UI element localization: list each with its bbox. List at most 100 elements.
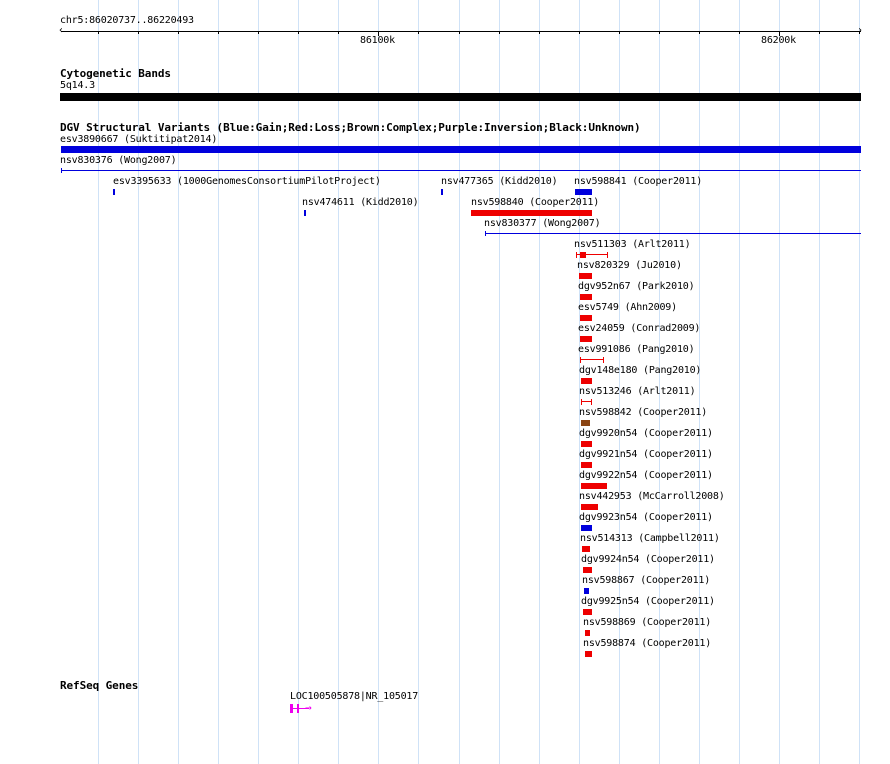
- ruler-minor-tick: [298, 31, 299, 34]
- sv-nsv598874-label: nsv598874 (Cooper2011): [583, 638, 712, 649]
- grid-line: [459, 0, 460, 764]
- sv-nsv442953-feature[interactable]: [581, 504, 598, 510]
- grid-line: [138, 0, 139, 764]
- sv-nsv598840-label: nsv598840 (Cooper2011): [471, 197, 600, 208]
- ruler-minor-tick: [338, 31, 339, 34]
- grid-line: [779, 0, 780, 764]
- sv-dgv9920n54-feature[interactable]: [581, 441, 592, 447]
- sv-nsv514313-feature[interactable]: [582, 546, 590, 552]
- ruler-minor-tick: [138, 31, 139, 34]
- sv-dgv9921n54-label: dgv9921n54 (Cooper2011): [579, 449, 713, 460]
- sv-nsv477365-label: nsv477365 (Kidd2010): [441, 176, 558, 187]
- ruler-minor-tick: [459, 31, 460, 34]
- sv-dgv9921n54-feature[interactable]: [581, 462, 592, 468]
- sv-nsv598840-feature[interactable]: [471, 210, 592, 216]
- grid-line: [338, 0, 339, 764]
- ruler-minor-tick: [739, 31, 740, 34]
- sv-nsv474611-label: nsv474611 (Kidd2010): [302, 197, 419, 208]
- sv-nsv442953-label: nsv442953 (McCarroll2008): [579, 491, 725, 502]
- grid-line: [258, 0, 259, 764]
- cytoband-name: 5q14.3: [60, 80, 95, 91]
- sv-dgv9922n54-feature[interactable]: [581, 483, 607, 489]
- ruler-minor-tick: [98, 31, 99, 34]
- sv-dgv148e180-feature[interactable]: [581, 378, 592, 384]
- sv-nsv514313-label: nsv514313 (Campbell2011): [580, 533, 720, 544]
- sv-nsv511303-end-cap: [607, 252, 608, 258]
- sv-nsv477365-feature[interactable]: [441, 189, 443, 195]
- sv-dgv9923n54-feature[interactable]: [581, 525, 592, 531]
- grid-line: [499, 0, 500, 764]
- sv-nsv511303-start-cap: [576, 252, 577, 258]
- sv-dgv952n67-feature[interactable]: [580, 294, 592, 300]
- sv-nsv513246-label: nsv513246 (Arlt2011): [579, 386, 696, 397]
- grid-line: [418, 0, 419, 764]
- sv-nsv598869-feature[interactable]: [585, 630, 590, 636]
- grid-line: [579, 0, 580, 764]
- sv-nsv598842-label: nsv598842 (Cooper2011): [579, 407, 708, 418]
- sv-nsv513246-start-cap: [581, 399, 582, 405]
- sv-nsv830377-start-cap: [485, 231, 486, 236]
- sv-nsv474611-feature[interactable]: [304, 210, 306, 216]
- ruler-minor-tick: [859, 31, 860, 34]
- ruler-minor-tick: [418, 31, 419, 34]
- sv-nsv598841-label: nsv598841 (Cooper2011): [574, 176, 703, 187]
- sv-dgv148e180-label: dgv148e180 (Pang2010): [579, 365, 702, 376]
- ruler-axis: [61, 31, 861, 32]
- sv-nsv830376-label: nsv830376 (Wong2007): [60, 155, 177, 166]
- sv-dgv9925n54-feature[interactable]: [583, 609, 592, 615]
- grid-line: [859, 0, 860, 764]
- cytoband-bar[interactable]: [60, 93, 861, 101]
- gene-exon-2[interactable]: [297, 704, 299, 713]
- ruler-left-arrow: ‹: [58, 25, 64, 36]
- ruler-minor-tick: [178, 31, 179, 34]
- grid-line: [819, 0, 820, 764]
- grid-line: [739, 0, 740, 764]
- sv-nsv820329-label: nsv820329 (Ju2010): [577, 260, 682, 271]
- sv-dgv952n67-label: dgv952n67 (Park2010): [578, 281, 695, 292]
- sv-nsv511303-block: [580, 252, 586, 258]
- grid-line: [218, 0, 219, 764]
- ruler-minor-tick: [819, 31, 820, 34]
- sv-dgv9925n54-label: dgv9925n54 (Cooper2011): [581, 596, 715, 607]
- sv-dgv9922n54-label: dgv9922n54 (Cooper2011): [579, 470, 713, 481]
- ruler-tick-label: 86100k: [360, 35, 395, 46]
- grid-line: [539, 0, 540, 764]
- ruler-minor-tick: [218, 31, 219, 34]
- sv-dgv9924n54-label: dgv9924n54 (Cooper2011): [581, 554, 715, 565]
- sv-esv3395633-feature[interactable]: [113, 189, 115, 195]
- ruler-minor-tick: [659, 31, 660, 34]
- sv-esv991086-start-cap: [580, 357, 581, 363]
- sv-nsv598869-label: nsv598869 (Cooper2011): [583, 617, 712, 628]
- ruler-minor-tick: [539, 31, 540, 34]
- sv-nsv511303-label: nsv511303 (Arlt2011): [574, 239, 691, 250]
- ruler-tick-label: 86200k: [761, 35, 796, 46]
- grid-line: [178, 0, 179, 764]
- ruler-minor-tick: [499, 31, 500, 34]
- ruler-minor-tick: [699, 31, 700, 34]
- sv-nsv830376-feature[interactable]: [61, 170, 861, 171]
- sv-nsv830376-start-cap: [61, 168, 62, 173]
- sv-esv991086-end-cap: [603, 357, 604, 363]
- sv-nsv598842-feature[interactable]: [581, 420, 590, 426]
- sv-nsv598874-feature[interactable]: [585, 651, 592, 657]
- cytobands-title: Cytogenetic Bands: [60, 67, 171, 80]
- grid-line: [298, 0, 299, 764]
- ruler-minor-tick: [619, 31, 620, 34]
- sv-esv991086-feature[interactable]: [580, 359, 604, 360]
- sv-nsv598867-label: nsv598867 (Cooper2011): [582, 575, 711, 586]
- sv-esv5749-feature[interactable]: [580, 315, 592, 321]
- sv-nsv598841-feature[interactable]: [575, 189, 592, 195]
- sv-esv24059-feature[interactable]: [580, 336, 592, 342]
- refseq-title: RefSeq Genes: [60, 679, 139, 692]
- sv-nsv830377-feature[interactable]: [485, 233, 861, 234]
- sv-dgv9923n54-label: dgv9923n54 (Cooper2011): [579, 512, 713, 523]
- sv-dgv9924n54-feature[interactable]: [583, 567, 592, 573]
- sv-dgv9920n54-label: dgv9920n54 (Cooper2011): [579, 428, 713, 439]
- sv-nsv598867-feature[interactable]: [584, 588, 589, 594]
- sv-esv3890667-feature[interactable]: [61, 146, 861, 153]
- genome-browser-track-panel: chr5:86020737..86220493‹›86100k86200kCyt…: [0, 0, 890, 764]
- ruler-minor-tick: [258, 31, 259, 34]
- grid-line: [98, 0, 99, 764]
- sv-nsv820329-feature[interactable]: [579, 273, 592, 279]
- sv-nsv513246-end-cap: [591, 399, 592, 405]
